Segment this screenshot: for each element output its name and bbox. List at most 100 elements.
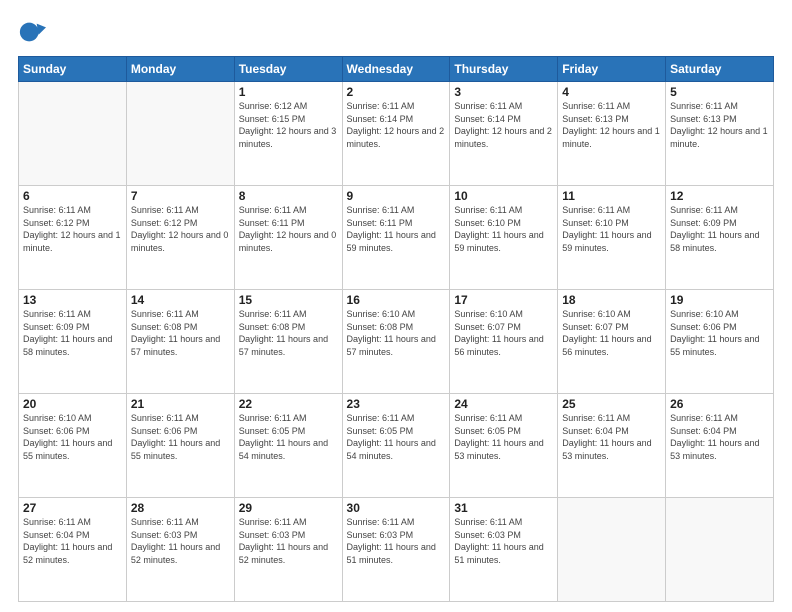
weekday-header: Monday xyxy=(126,57,234,82)
calendar-cell: 8 Sunrise: 6:11 AMSunset: 6:11 PMDayligh… xyxy=(234,186,342,290)
weekday-header: Thursday xyxy=(450,57,558,82)
calendar-cell: 5 Sunrise: 6:11 AMSunset: 6:13 PMDayligh… xyxy=(666,82,774,186)
calendar-cell: 6 Sunrise: 6:11 AMSunset: 6:12 PMDayligh… xyxy=(19,186,127,290)
day-info: Sunrise: 6:11 AMSunset: 6:13 PMDaylight:… xyxy=(670,101,768,149)
day-info: Sunrise: 6:11 AMSunset: 6:04 PMDaylight:… xyxy=(562,413,651,461)
day-number: 28 xyxy=(131,501,230,515)
day-info: Sunrise: 6:11 AMSunset: 6:11 PMDaylight:… xyxy=(347,205,436,253)
day-number: 16 xyxy=(347,293,446,307)
calendar-cell xyxy=(558,498,666,602)
calendar-cell: 19 Sunrise: 6:10 AMSunset: 6:06 PMDaylig… xyxy=(666,290,774,394)
day-number: 5 xyxy=(670,85,769,99)
header xyxy=(18,18,774,46)
day-number: 26 xyxy=(670,397,769,411)
day-info: Sunrise: 6:11 AMSunset: 6:04 PMDaylight:… xyxy=(670,413,759,461)
weekday-header: Sunday xyxy=(19,57,127,82)
day-number: 1 xyxy=(239,85,338,99)
calendar-cell: 29 Sunrise: 6:11 AMSunset: 6:03 PMDaylig… xyxy=(234,498,342,602)
day-number: 24 xyxy=(454,397,553,411)
calendar-cell xyxy=(126,82,234,186)
day-info: Sunrise: 6:11 AMSunset: 6:11 PMDaylight:… xyxy=(239,205,337,253)
calendar-cell: 9 Sunrise: 6:11 AMSunset: 6:11 PMDayligh… xyxy=(342,186,450,290)
page: SundayMondayTuesdayWednesdayThursdayFrid… xyxy=(0,0,792,612)
day-number: 27 xyxy=(23,501,122,515)
calendar-week-row: 6 Sunrise: 6:11 AMSunset: 6:12 PMDayligh… xyxy=(19,186,774,290)
day-info: Sunrise: 6:10 AMSunset: 6:07 PMDaylight:… xyxy=(454,309,543,357)
calendar-week-row: 1 Sunrise: 6:12 AMSunset: 6:15 PMDayligh… xyxy=(19,82,774,186)
day-number: 23 xyxy=(347,397,446,411)
calendar-cell: 20 Sunrise: 6:10 AMSunset: 6:06 PMDaylig… xyxy=(19,394,127,498)
day-info: Sunrise: 6:11 AMSunset: 6:14 PMDaylight:… xyxy=(347,101,445,149)
calendar-week-row: 13 Sunrise: 6:11 AMSunset: 6:09 PMDaylig… xyxy=(19,290,774,394)
day-info: Sunrise: 6:10 AMSunset: 6:07 PMDaylight:… xyxy=(562,309,651,357)
day-number: 18 xyxy=(562,293,661,307)
calendar-cell: 10 Sunrise: 6:11 AMSunset: 6:10 PMDaylig… xyxy=(450,186,558,290)
calendar-week-row: 27 Sunrise: 6:11 AMSunset: 6:04 PMDaylig… xyxy=(19,498,774,602)
calendar-cell: 28 Sunrise: 6:11 AMSunset: 6:03 PMDaylig… xyxy=(126,498,234,602)
day-info: Sunrise: 6:10 AMSunset: 6:06 PMDaylight:… xyxy=(23,413,112,461)
day-info: Sunrise: 6:11 AMSunset: 6:08 PMDaylight:… xyxy=(239,309,328,357)
day-info: Sunrise: 6:11 AMSunset: 6:08 PMDaylight:… xyxy=(131,309,220,357)
day-number: 3 xyxy=(454,85,553,99)
calendar-cell: 31 Sunrise: 6:11 AMSunset: 6:03 PMDaylig… xyxy=(450,498,558,602)
calendar-cell: 11 Sunrise: 6:11 AMSunset: 6:10 PMDaylig… xyxy=(558,186,666,290)
day-info: Sunrise: 6:11 AMSunset: 6:05 PMDaylight:… xyxy=(454,413,543,461)
calendar-cell: 21 Sunrise: 6:11 AMSunset: 6:06 PMDaylig… xyxy=(126,394,234,498)
calendar-cell: 2 Sunrise: 6:11 AMSunset: 6:14 PMDayligh… xyxy=(342,82,450,186)
calendar-cell: 16 Sunrise: 6:10 AMSunset: 6:08 PMDaylig… xyxy=(342,290,450,394)
day-info: Sunrise: 6:11 AMSunset: 6:05 PMDaylight:… xyxy=(347,413,436,461)
day-number: 4 xyxy=(562,85,661,99)
weekday-header: Saturday xyxy=(666,57,774,82)
calendar-cell: 26 Sunrise: 6:11 AMSunset: 6:04 PMDaylig… xyxy=(666,394,774,498)
calendar-cell: 30 Sunrise: 6:11 AMSunset: 6:03 PMDaylig… xyxy=(342,498,450,602)
day-number: 29 xyxy=(239,501,338,515)
day-info: Sunrise: 6:12 AMSunset: 6:15 PMDaylight:… xyxy=(239,101,337,149)
calendar-week-row: 20 Sunrise: 6:10 AMSunset: 6:06 PMDaylig… xyxy=(19,394,774,498)
day-number: 7 xyxy=(131,189,230,203)
weekday-header: Friday xyxy=(558,57,666,82)
day-number: 25 xyxy=(562,397,661,411)
calendar-cell: 15 Sunrise: 6:11 AMSunset: 6:08 PMDaylig… xyxy=(234,290,342,394)
day-number: 17 xyxy=(454,293,553,307)
day-info: Sunrise: 6:11 AMSunset: 6:06 PMDaylight:… xyxy=(131,413,220,461)
calendar-cell: 22 Sunrise: 6:11 AMSunset: 6:05 PMDaylig… xyxy=(234,394,342,498)
calendar-cell: 14 Sunrise: 6:11 AMSunset: 6:08 PMDaylig… xyxy=(126,290,234,394)
day-info: Sunrise: 6:11 AMSunset: 6:03 PMDaylight:… xyxy=(239,517,328,565)
calendar-cell: 25 Sunrise: 6:11 AMSunset: 6:04 PMDaylig… xyxy=(558,394,666,498)
day-info: Sunrise: 6:11 AMSunset: 6:03 PMDaylight:… xyxy=(131,517,220,565)
day-info: Sunrise: 6:11 AMSunset: 6:09 PMDaylight:… xyxy=(670,205,759,253)
day-number: 31 xyxy=(454,501,553,515)
day-number: 22 xyxy=(239,397,338,411)
day-number: 12 xyxy=(670,189,769,203)
calendar-cell: 18 Sunrise: 6:10 AMSunset: 6:07 PMDaylig… xyxy=(558,290,666,394)
day-number: 21 xyxy=(131,397,230,411)
calendar-cell: 27 Sunrise: 6:11 AMSunset: 6:04 PMDaylig… xyxy=(19,498,127,602)
day-info: Sunrise: 6:11 AMSunset: 6:13 PMDaylight:… xyxy=(562,101,660,149)
calendar-cell: 12 Sunrise: 6:11 AMSunset: 6:09 PMDaylig… xyxy=(666,186,774,290)
calendar-cell: 3 Sunrise: 6:11 AMSunset: 6:14 PMDayligh… xyxy=(450,82,558,186)
day-number: 19 xyxy=(670,293,769,307)
calendar-cell: 23 Sunrise: 6:11 AMSunset: 6:05 PMDaylig… xyxy=(342,394,450,498)
day-number: 30 xyxy=(347,501,446,515)
day-number: 13 xyxy=(23,293,122,307)
day-number: 15 xyxy=(239,293,338,307)
logo-icon xyxy=(18,18,46,46)
calendar-cell: 4 Sunrise: 6:11 AMSunset: 6:13 PMDayligh… xyxy=(558,82,666,186)
weekday-header: Tuesday xyxy=(234,57,342,82)
calendar-cell xyxy=(19,82,127,186)
day-info: Sunrise: 6:11 AMSunset: 6:03 PMDaylight:… xyxy=(347,517,436,565)
day-info: Sunrise: 6:10 AMSunset: 6:08 PMDaylight:… xyxy=(347,309,436,357)
calendar-cell: 24 Sunrise: 6:11 AMSunset: 6:05 PMDaylig… xyxy=(450,394,558,498)
calendar-cell: 7 Sunrise: 6:11 AMSunset: 6:12 PMDayligh… xyxy=(126,186,234,290)
calendar-cell xyxy=(666,498,774,602)
day-number: 20 xyxy=(23,397,122,411)
day-info: Sunrise: 6:11 AMSunset: 6:10 PMDaylight:… xyxy=(454,205,543,253)
day-info: Sunrise: 6:11 AMSunset: 6:12 PMDaylight:… xyxy=(23,205,121,253)
day-info: Sunrise: 6:11 AMSunset: 6:12 PMDaylight:… xyxy=(131,205,229,253)
day-info: Sunrise: 6:11 AMSunset: 6:14 PMDaylight:… xyxy=(454,101,552,149)
day-number: 6 xyxy=(23,189,122,203)
weekday-header: Wednesday xyxy=(342,57,450,82)
day-number: 11 xyxy=(562,189,661,203)
calendar-header-row: SundayMondayTuesdayWednesdayThursdayFrid… xyxy=(19,57,774,82)
day-number: 8 xyxy=(239,189,338,203)
